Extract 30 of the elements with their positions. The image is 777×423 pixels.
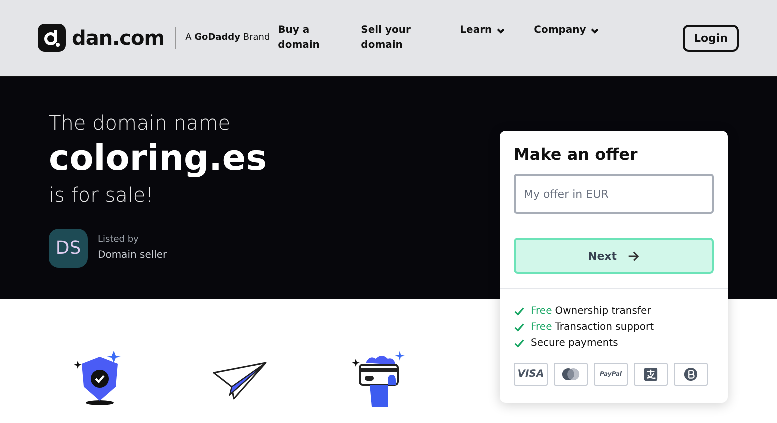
- nav-link[interactable]: Buy a domain: [278, 23, 348, 53]
- offer-title: Make an offer: [514, 145, 639, 164]
- chevron-down-icon: [590, 26, 600, 36]
- hero-intro: The domain name: [49, 110, 232, 136]
- nav-link[interactable]: Learn: [460, 23, 506, 38]
- alipay-logo: [634, 363, 668, 386]
- check-icon: [514, 306, 525, 316]
- nav-link[interactable]: Company: [534, 23, 600, 38]
- domain-name: coloring.es: [49, 138, 267, 180]
- login-button[interactable]: Login: [682, 24, 739, 52]
- feature-text: Secure payments: [531, 338, 618, 348]
- seller-name: Domain seller: [98, 249, 168, 263]
- check-icon: [514, 338, 525, 348]
- logo-icon[interactable]: [38, 24, 66, 52]
- brand-tagline: A GoDaddy Brand: [186, 33, 270, 43]
- offer-input[interactable]: My offer in EUR: [514, 174, 714, 214]
- mastercard-logo: [554, 363, 588, 386]
- next-button[interactable]: Next: [514, 238, 714, 274]
- seller-avatar: DS: [49, 228, 88, 268]
- bitcoin-logo: [674, 363, 708, 386]
- brand-name[interactable]: dan.com: [72, 26, 165, 50]
- visa-logo: VISA: [514, 363, 548, 386]
- chevron-down-icon: [496, 26, 506, 36]
- hero-outro: is for sale!: [49, 182, 155, 208]
- check-icon: [514, 322, 525, 332]
- feature-text: Free Transaction support: [531, 322, 654, 332]
- feature-text: Free Ownership transfer: [531, 306, 652, 316]
- nav-link[interactable]: Sell your domain: [361, 23, 448, 53]
- arrow-right-icon: [627, 250, 640, 262]
- listed-by-label: Listed by: [98, 234, 140, 247]
